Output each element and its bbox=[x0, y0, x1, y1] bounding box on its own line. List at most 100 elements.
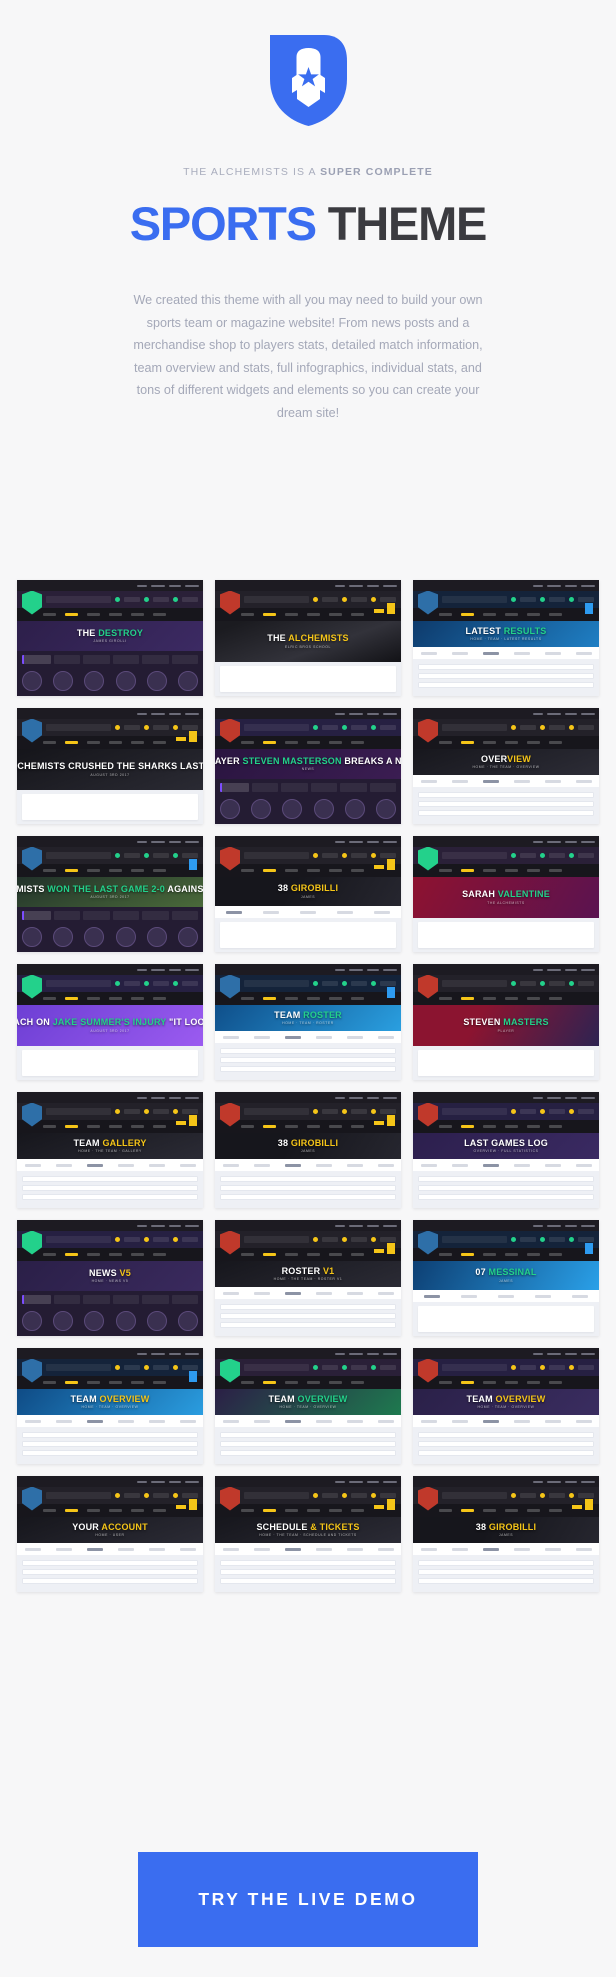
nav-item-home[interactable] bbox=[43, 741, 56, 744]
nav-item-news[interactable] bbox=[131, 1381, 144, 1384]
screenshot-thumbnail[interactable]: TEAM OVERVIEW HOME · TEAM · OVERVIEW bbox=[215, 1348, 401, 1464]
nav-item-shop[interactable] bbox=[351, 613, 364, 616]
nav-item-home[interactable] bbox=[439, 1253, 452, 1256]
nav-item-features[interactable] bbox=[461, 741, 474, 744]
nav-item-news[interactable] bbox=[527, 1253, 540, 1256]
search-input[interactable] bbox=[442, 724, 507, 731]
content-tabs[interactable] bbox=[215, 1287, 401, 1299]
nav-item-home[interactable] bbox=[43, 869, 56, 872]
cart-icon[interactable] bbox=[173, 725, 178, 730]
nav-item-news[interactable] bbox=[329, 1125, 342, 1128]
nav-item-features[interactable] bbox=[461, 1381, 474, 1384]
nav-item-shop[interactable] bbox=[153, 1253, 166, 1256]
nav-item-home[interactable] bbox=[241, 1125, 254, 1128]
nav-item-home[interactable] bbox=[241, 741, 254, 744]
nav-item-the-team[interactable] bbox=[505, 1125, 518, 1128]
nav-item-shop[interactable] bbox=[153, 1509, 166, 1512]
screenshot-thumbnail[interactable]: ALCHEMISTS COACH ON JAKE SUMMER'S INJURY… bbox=[17, 964, 203, 1080]
cart-icon[interactable] bbox=[173, 1237, 178, 1242]
content-tabs[interactable] bbox=[413, 1543, 599, 1555]
screenshot-navbar[interactable] bbox=[17, 864, 203, 877]
screenshot-thumbnail[interactable]: TEAM OVERVIEW HOME · TEAM · OVERVIEW bbox=[413, 1348, 599, 1464]
screenshot-navbar[interactable] bbox=[17, 992, 203, 1005]
nav-item-the-team[interactable] bbox=[109, 869, 122, 872]
search-input[interactable] bbox=[244, 724, 309, 731]
filter-pills[interactable] bbox=[17, 651, 203, 668]
nav-item-home[interactable] bbox=[241, 1381, 254, 1384]
nav-item-shop[interactable] bbox=[351, 1253, 364, 1256]
search-input[interactable] bbox=[244, 980, 309, 987]
nav-item-features[interactable] bbox=[263, 741, 276, 744]
nav-item-home[interactable] bbox=[241, 613, 254, 616]
nav-item-home[interactable] bbox=[241, 1253, 254, 1256]
nav-item-statistics[interactable] bbox=[87, 997, 100, 1000]
filter-pills[interactable] bbox=[215, 779, 401, 796]
search-input[interactable] bbox=[46, 1492, 111, 1499]
screenshot-navbar[interactable] bbox=[413, 608, 599, 621]
cart-icon[interactable] bbox=[173, 1365, 178, 1370]
search-input[interactable] bbox=[46, 852, 111, 859]
screenshot-thumbnail[interactable]: THE ALCHEMISTS ELRIC BROS SCHOOL bbox=[215, 580, 401, 696]
nav-item-statistics[interactable] bbox=[483, 1253, 496, 1256]
nav-item-home[interactable] bbox=[439, 1381, 452, 1384]
nav-item-statistics[interactable] bbox=[87, 613, 100, 616]
screenshot-thumbnail[interactable]: THE ALCHEMISTS PLAYER STEVEN MASTERSON B… bbox=[215, 708, 401, 824]
cart-icon[interactable] bbox=[569, 981, 574, 986]
nav-item-features[interactable] bbox=[263, 1125, 276, 1128]
cart-icon[interactable] bbox=[173, 1493, 178, 1498]
search-input[interactable] bbox=[244, 1364, 309, 1371]
nav-item-the-team[interactable] bbox=[505, 997, 518, 1000]
nav-item-statistics[interactable] bbox=[285, 997, 298, 1000]
nav-item-features[interactable] bbox=[461, 1125, 474, 1128]
nav-item-news[interactable] bbox=[329, 1381, 342, 1384]
screenshot-thumbnail[interactable]: NEWS V5 HOME · NEWS V5 bbox=[17, 1220, 203, 1336]
nav-item-the-team[interactable] bbox=[505, 1253, 518, 1256]
nav-item-news[interactable] bbox=[131, 997, 144, 1000]
nav-item-news[interactable] bbox=[527, 1509, 540, 1512]
nav-item-features[interactable] bbox=[65, 1381, 78, 1384]
screenshot-thumbnail[interactable]: SCHEDULE & TICKETS HOME · THE TEAM · SCHE… bbox=[215, 1476, 401, 1592]
nav-item-statistics[interactable] bbox=[87, 1509, 100, 1512]
cart-icon[interactable] bbox=[569, 1237, 574, 1242]
nav-item-shop[interactable] bbox=[549, 1125, 562, 1128]
screenshot-thumbnail[interactable]: 07 MESSINAL JAMES bbox=[413, 1220, 599, 1336]
nav-item-shop[interactable] bbox=[549, 1381, 562, 1384]
nav-item-news[interactable] bbox=[329, 741, 342, 744]
content-tabs[interactable] bbox=[413, 647, 599, 659]
nav-item-features[interactable] bbox=[263, 613, 276, 616]
nav-item-home[interactable] bbox=[439, 997, 452, 1000]
cart-badge-icon[interactable] bbox=[387, 1243, 395, 1254]
cart-badge-icon[interactable] bbox=[189, 1115, 197, 1126]
cart-icon[interactable] bbox=[173, 981, 178, 986]
screenshot-navbar[interactable] bbox=[17, 1248, 203, 1261]
screenshot-thumbnail[interactable]: TEAM OVERVIEW HOME · TEAM · OVERVIEW bbox=[17, 1348, 203, 1464]
cart-icon[interactable] bbox=[173, 1109, 178, 1114]
content-tabs[interactable] bbox=[215, 1543, 401, 1555]
content-tabs[interactable] bbox=[215, 1031, 401, 1043]
nav-item-features[interactable] bbox=[65, 869, 78, 872]
nav-item-features[interactable] bbox=[461, 613, 474, 616]
content-tabs[interactable] bbox=[413, 1290, 599, 1302]
nav-item-shop[interactable] bbox=[351, 1381, 364, 1384]
nav-item-the-team[interactable] bbox=[307, 997, 320, 1000]
screenshot-thumbnail[interactable]: 38 GIROBILLI JAMES bbox=[413, 1476, 599, 1592]
nav-item-the-team[interactable] bbox=[307, 869, 320, 872]
content-tabs[interactable] bbox=[413, 775, 599, 787]
nav-item-statistics[interactable] bbox=[87, 1381, 100, 1384]
screenshot-navbar[interactable] bbox=[17, 1376, 203, 1389]
nav-item-features[interactable] bbox=[65, 997, 78, 1000]
screenshot-navbar[interactable] bbox=[215, 992, 401, 1005]
nav-item-statistics[interactable] bbox=[87, 869, 100, 872]
search-input[interactable] bbox=[244, 596, 309, 603]
nav-item-shop[interactable] bbox=[549, 1509, 562, 1512]
nav-item-shop[interactable] bbox=[153, 869, 166, 872]
nav-item-statistics[interactable] bbox=[483, 869, 496, 872]
nav-item-statistics[interactable] bbox=[483, 997, 496, 1000]
nav-item-statistics[interactable] bbox=[285, 1381, 298, 1384]
cart-badge-icon[interactable] bbox=[387, 1499, 395, 1510]
screenshot-navbar[interactable] bbox=[413, 1120, 599, 1133]
nav-item-features[interactable] bbox=[461, 869, 474, 872]
search-input[interactable] bbox=[442, 852, 507, 859]
nav-item-the-team[interactable] bbox=[109, 997, 122, 1000]
nav-item-home[interactable] bbox=[43, 1125, 56, 1128]
